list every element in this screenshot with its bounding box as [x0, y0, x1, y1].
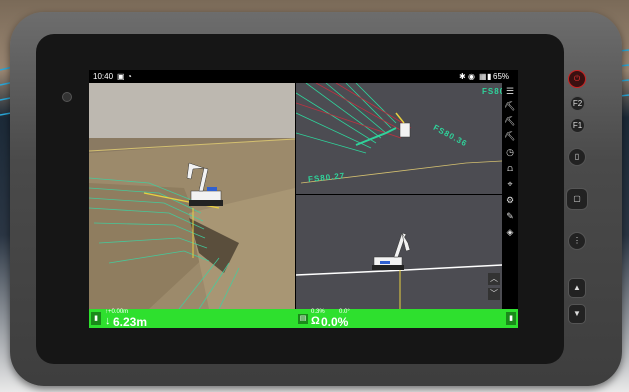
- f1-button[interactable]: F1: [570, 118, 585, 133]
- scroll-down-button[interactable]: ﹀: [488, 288, 500, 300]
- f2-button[interactable]: F2: [570, 96, 585, 111]
- cast-icon: ◔: [127, 72, 132, 81]
- scroll-up-button[interactable]: ︿: [488, 273, 500, 285]
- status-bar: 10:40 ▣ ◔ ✱ ◉ ▦ ▮ 65%: [89, 70, 518, 83]
- cut-depth-value: 6.23m: [113, 315, 148, 328]
- side-profile-render: [296, 232, 502, 309]
- apps-button[interactable]: ⋮: [568, 232, 586, 250]
- notification-icon: ▣: [117, 72, 125, 81]
- battery-icon: ▮: [487, 72, 492, 81]
- excavator-view-1-icon[interactable]: ⛏: [504, 100, 516, 112]
- side-view[interactable]: ︿ ﹀: [296, 195, 502, 309]
- guidance-bar: ▮ ↑+0.00m ↓ 6.23m ▤ 0.3% 0.0° Ω 0.0% ▮: [89, 309, 518, 328]
- bucket-icon[interactable]: ⩍: [504, 162, 516, 174]
- excavator-view-2-icon[interactable]: ⛏: [504, 115, 516, 127]
- profile-3d-view[interactable]: [89, 83, 295, 309]
- location-icon: ◉: [468, 72, 475, 81]
- right-toolbar: ☰ ⛏ ⛏ ⛏ ◷ ⩍ ⌖ ⚙ ✎ ◈: [502, 83, 518, 309]
- bluetooth-icon: ✱: [459, 72, 466, 81]
- clock: 10:40: [93, 72, 114, 81]
- depth-arrow-icon: ↓: [105, 315, 111, 327]
- left-lock-icon[interactable]: ▮: [91, 312, 101, 325]
- f2-label: F2: [572, 99, 583, 108]
- app-screen: 10:40 ▣ ◔ ✱ ◉ ▦ ▮ 65% FS8 FS80.36 FS80.2…: [89, 70, 518, 328]
- terrain-render: [89, 83, 295, 309]
- power-button[interactable]: ⏻: [568, 70, 586, 88]
- right-lock-icon[interactable]: ▮: [506, 312, 516, 325]
- front-camera: [62, 92, 72, 102]
- plan-view[interactable]: FS80 FS80.36 FS80.27: [296, 83, 502, 194]
- signal-icon: ▦: [479, 72, 487, 81]
- edit-design-icon[interactable]: ✎: [504, 210, 516, 222]
- target-icon[interactable]: ⌖: [504, 178, 516, 190]
- battery-percent: 65%: [493, 72, 510, 81]
- clock-icon[interactable]: ◷: [504, 146, 516, 158]
- home-button[interactable]: ▢: [566, 188, 588, 210]
- menu-button[interactable]: ▯: [568, 148, 586, 166]
- grade-value: 0.0%: [321, 315, 349, 328]
- slope-mode-icon[interactable]: ▤: [298, 314, 308, 324]
- volume-down-button[interactable]: ▼: [568, 304, 586, 324]
- side-excavator: [372, 232, 411, 270]
- grade-icon: Ω: [311, 315, 320, 327]
- excavator-view-3-icon[interactable]: ⛏: [504, 130, 516, 142]
- plan-excavator: [395, 112, 411, 138]
- settings-icon[interactable]: ⚙: [504, 194, 516, 206]
- volume-up-button[interactable]: ▲: [568, 278, 586, 298]
- plan-label-fs80: FS80: [482, 87, 502, 96]
- f1-label: F1: [572, 121, 583, 130]
- layers-icon[interactable]: ◈: [504, 226, 516, 238]
- menu-icon[interactable]: ☰: [504, 85, 516, 97]
